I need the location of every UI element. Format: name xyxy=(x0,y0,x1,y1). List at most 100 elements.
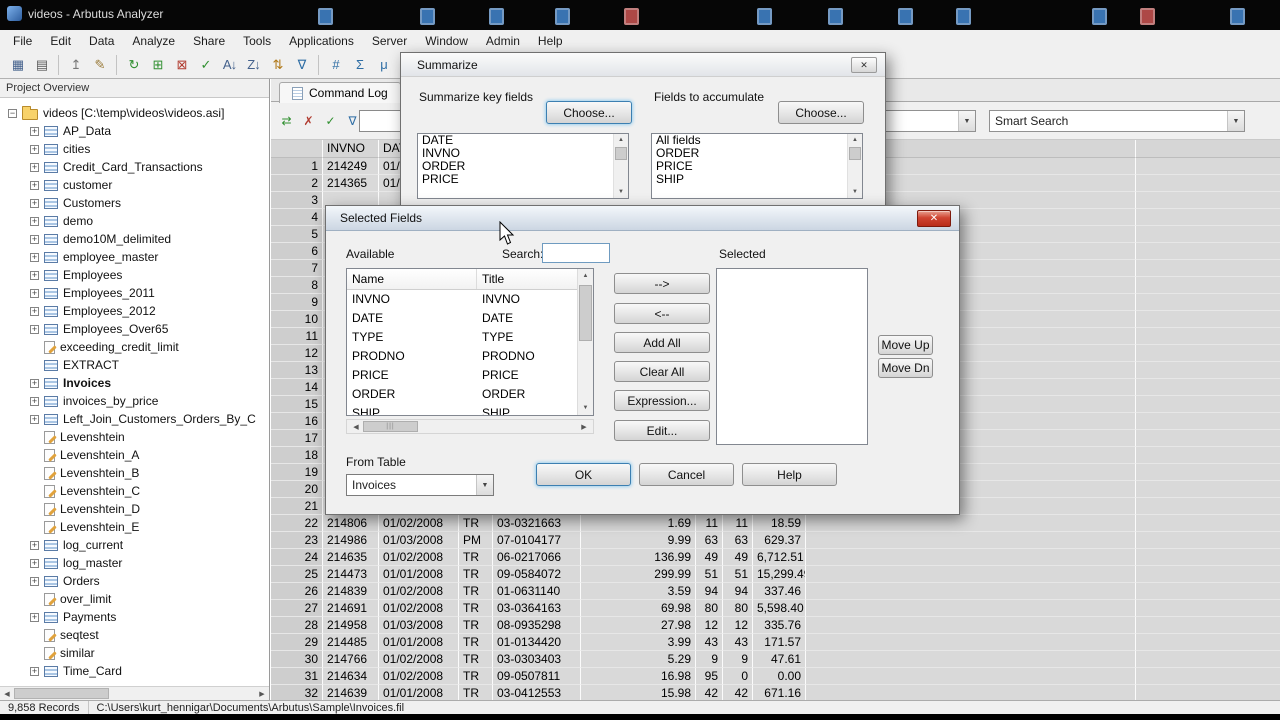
menu-edit[interactable]: Edit xyxy=(41,31,80,51)
from-table-combo[interactable]: Invoices ▼ xyxy=(346,474,494,496)
menu-admin[interactable]: Admin xyxy=(477,31,529,51)
field-row[interactable]: INVNOINVNO xyxy=(347,290,577,309)
available-fields-table[interactable]: NameTitle INVNOINVNODATEDATETYPETYPEPROD… xyxy=(346,268,594,416)
add-all-button[interactable]: Add All xyxy=(614,332,710,353)
scroll-up-icon[interactable]: ▲ xyxy=(848,137,862,143)
expand-icon[interactable]: + xyxy=(30,613,39,622)
tree-item-invoices_by_price[interactable]: +invoices_by_price xyxy=(0,392,269,410)
total-icon[interactable]: Σ xyxy=(348,53,371,76)
menu-share[interactable]: Share xyxy=(184,31,234,51)
tree-item-exceeding_credit_limit[interactable]: exceeding_credit_limit xyxy=(0,338,269,356)
menu-tools[interactable]: Tools xyxy=(234,31,280,51)
fields-column-header[interactable]: Title xyxy=(477,269,577,289)
add-table-icon[interactable]: ⊞ xyxy=(146,53,169,76)
expand-icon[interactable]: + xyxy=(30,541,39,550)
smart-search-combo[interactable]: Smart Search ▼ xyxy=(989,110,1245,132)
tree-item-levenshtein_e[interactable]: Levenshtein_E xyxy=(0,518,269,536)
tree-item-levenshtein_a[interactable]: Levenshtein_A xyxy=(0,446,269,464)
help-button[interactable]: Help xyxy=(742,463,837,486)
key-fields-listbox[interactable]: DATEINVNOORDERPRICE ▲ ▼ xyxy=(417,133,629,199)
scroll-right-icon[interactable]: ▶ xyxy=(255,690,269,698)
scroll-left-icon[interactable]: ◀ xyxy=(349,423,363,431)
menu-data[interactable]: Data xyxy=(80,31,123,51)
close-icon[interactable]: ✕ xyxy=(917,210,951,227)
expand-icon[interactable]: + xyxy=(30,379,39,388)
scrollbar-thumb[interactable] xyxy=(579,285,592,341)
scroll-down-icon[interactable]: ▼ xyxy=(578,405,593,411)
tree-horizontal-scrollbar[interactable]: ◀ ▶ xyxy=(0,686,269,700)
column-header[interactable]: INVNO xyxy=(323,140,379,158)
expand-icon[interactable]: + xyxy=(30,271,39,280)
count-icon[interactable]: # xyxy=(324,53,347,76)
sort-desc-icon[interactable]: Z↓ xyxy=(242,53,265,76)
tree-item-employees[interactable]: +Employees xyxy=(0,266,269,284)
scrollbar-thumb[interactable] xyxy=(849,147,861,160)
grid-data-row[interactable]: 2621483901/02/2008TR01-06311403.59949433… xyxy=(271,583,1280,600)
scroll-left-icon[interactable]: ◀ xyxy=(0,690,14,698)
print-icon[interactable]: ▤ xyxy=(30,53,53,76)
field-row[interactable]: SHIPSHIP xyxy=(347,404,577,416)
field-row[interactable]: TYPETYPE xyxy=(347,328,577,347)
vertical-scrollbar[interactable]: ▲ ▼ xyxy=(613,134,628,198)
choose-key-fields-button[interactable]: Choose... xyxy=(546,101,632,124)
list-item[interactable]: SHIP xyxy=(652,173,862,186)
move-right-button[interactable]: --> xyxy=(614,273,710,294)
edit-filter-icon[interactable]: ⇄ xyxy=(277,111,296,130)
field-row[interactable]: PRODNOPRODNO xyxy=(347,347,577,366)
expand-icon[interactable]: + xyxy=(30,289,39,298)
menu-applications[interactable]: Applications xyxy=(280,31,363,51)
chevron-down-icon[interactable]: ▼ xyxy=(1227,111,1244,131)
grid-data-row[interactable]: 2221480601/02/2008TR03-03216631.69111118… xyxy=(271,515,1280,532)
apply-filter-icon[interactable]: ✓ xyxy=(321,111,340,130)
tab-command-log[interactable]: Command Log xyxy=(279,82,401,103)
field-row[interactable]: PRICEPRICE xyxy=(347,366,577,385)
expand-icon[interactable]: + xyxy=(30,307,39,316)
menu-analyze[interactable]: Analyze xyxy=(123,31,184,51)
sort-asc-icon[interactable]: A↓ xyxy=(218,53,241,76)
grid-data-row[interactable]: 3121463401/02/2008TR09-050781116.989500.… xyxy=(271,668,1280,685)
export-icon[interactable]: ↥ xyxy=(64,53,87,76)
tree-item-employees_over65[interactable]: +Employees_Over65 xyxy=(0,320,269,338)
tree-item-demo[interactable]: +demo xyxy=(0,212,269,230)
expand-icon[interactable]: + xyxy=(30,415,39,424)
tree-item-payments[interactable]: +Payments xyxy=(0,608,269,626)
expand-icon[interactable]: + xyxy=(30,559,39,568)
clear-all-button[interactable]: Clear All xyxy=(614,361,710,382)
list-item[interactable]: PRICE xyxy=(418,173,628,186)
choose-accumulate-fields-button[interactable]: Choose... xyxy=(778,101,864,124)
dialog-titlebar[interactable]: Summarize xyxy=(401,53,885,77)
tree-item-orders[interactable]: +Orders xyxy=(0,572,269,590)
tree-item-demo10m_delimited[interactable]: +demo10M_delimited xyxy=(0,230,269,248)
field-row[interactable]: ORDERORDER xyxy=(347,385,577,404)
save-icon[interactable]: ▦ xyxy=(6,53,29,76)
tree-item-employee_master[interactable]: +employee_master xyxy=(0,248,269,266)
menu-server[interactable]: Server xyxy=(363,31,416,51)
expand-icon[interactable]: + xyxy=(30,667,39,676)
scroll-down-icon[interactable]: ▼ xyxy=(848,189,862,195)
expand-icon[interactable]: + xyxy=(30,325,39,334)
edit-button[interactable]: Edit... xyxy=(614,420,710,441)
collapse-icon[interactable]: − xyxy=(8,109,17,118)
search-input[interactable] xyxy=(542,243,610,263)
vertical-scrollbar[interactable]: ▲ ▼ xyxy=(847,134,862,198)
move-left-button[interactable]: <-- xyxy=(614,303,710,324)
grid-data-row[interactable]: 2421463501/02/2008TR06-0217066136.994949… xyxy=(271,549,1280,566)
tree-item-ap_data[interactable]: +AP_Data xyxy=(0,122,269,140)
menu-window[interactable]: Window xyxy=(416,31,477,51)
column-header[interactable] xyxy=(271,140,323,158)
expand-icon[interactable]: + xyxy=(30,127,39,136)
tree-item-cities[interactable]: +cities xyxy=(0,140,269,158)
scrollbar-thumb[interactable] xyxy=(615,147,627,160)
filter-icon[interactable]: ∇ xyxy=(290,53,313,76)
tree-item-levenshtein[interactable]: Levenshtein xyxy=(0,428,269,446)
grid-data-row[interactable]: 2321498601/03/2008PM07-01041779.99636362… xyxy=(271,532,1280,549)
tree-item-over_limit[interactable]: over_limit xyxy=(0,590,269,608)
grid-data-row[interactable]: 2721469101/02/2008TR03-036416369.9880805… xyxy=(271,600,1280,617)
dialog-titlebar[interactable]: Selected Fields xyxy=(326,206,959,231)
tree-item-seqtest[interactable]: seqtest xyxy=(0,626,269,644)
tree-item-levenshtein_c[interactable]: Levenshtein_C xyxy=(0,482,269,500)
delete-table-icon[interactable]: ⊠ xyxy=(170,53,193,76)
grid-data-row[interactable]: 2921448501/01/2008TR01-01344203.99434317… xyxy=(271,634,1280,651)
tree-item-levenshtein_b[interactable]: Levenshtein_B xyxy=(0,464,269,482)
scroll-down-icon[interactable]: ▼ xyxy=(614,189,628,195)
